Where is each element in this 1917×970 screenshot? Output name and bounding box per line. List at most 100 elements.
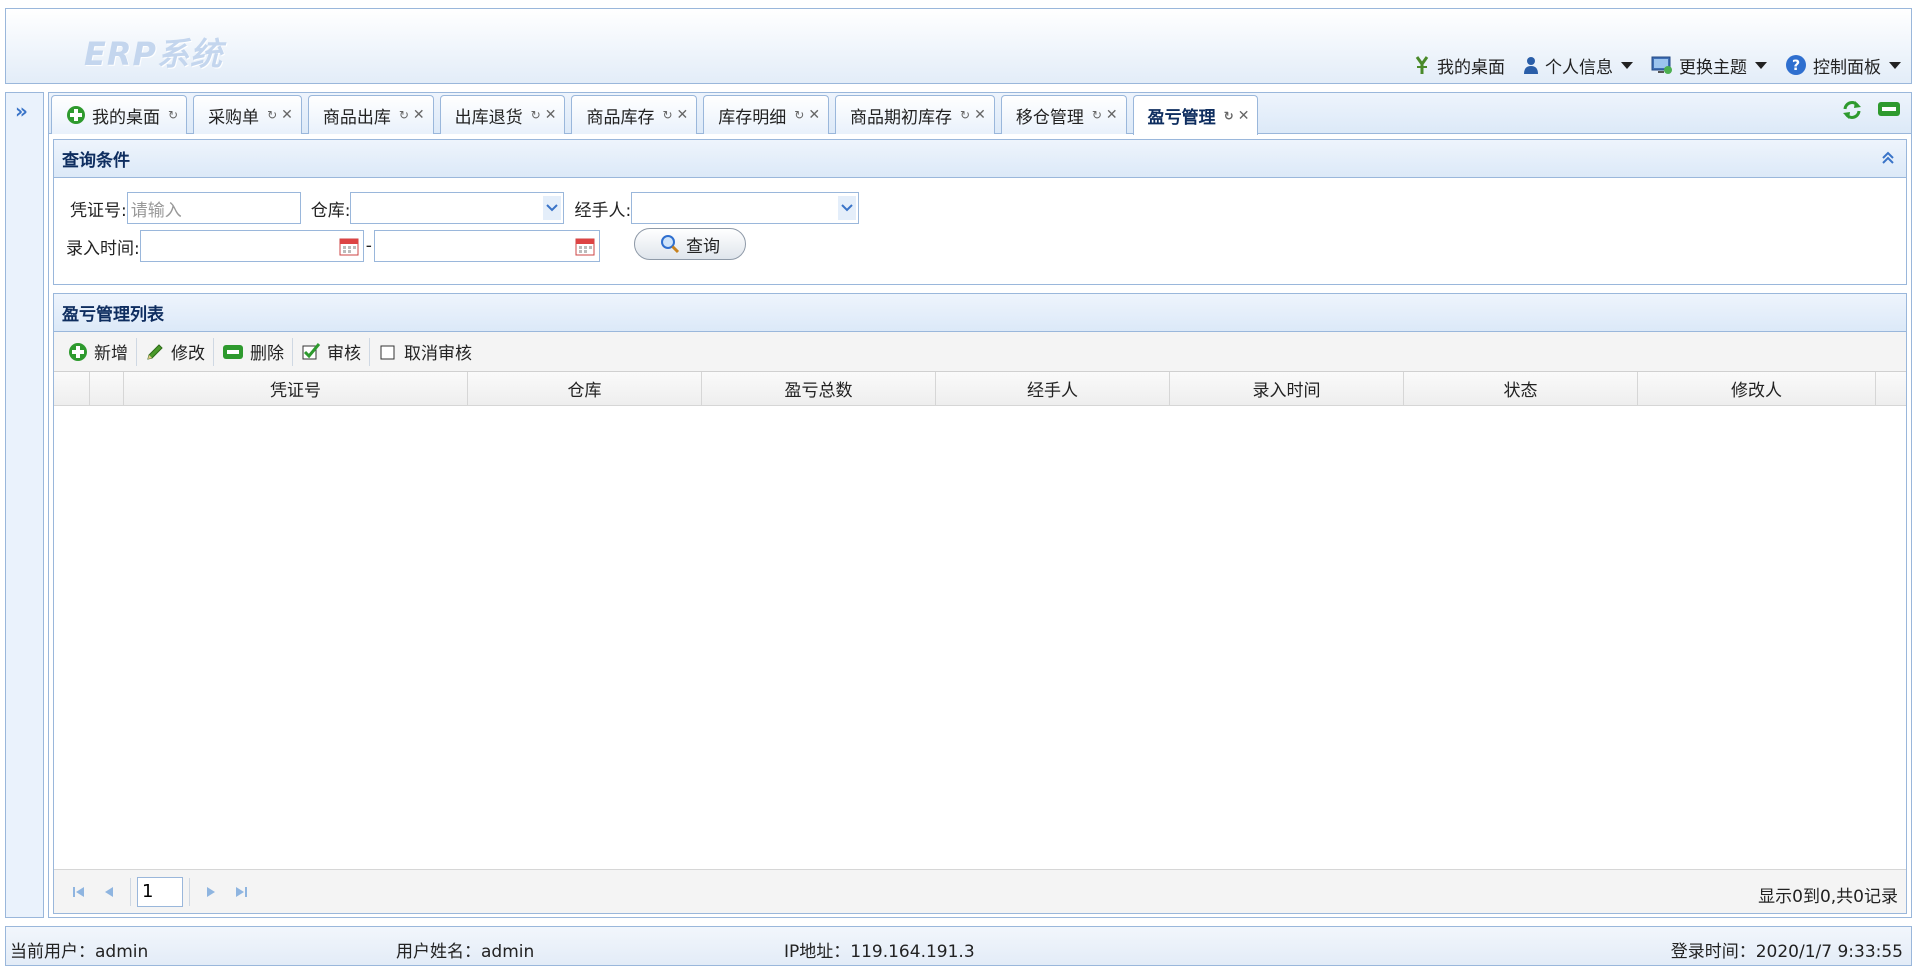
tab-profit-loss[interactable]: 盈亏管理 ↻ ✕: [1132, 95, 1259, 135]
search-button[interactable]: 查询: [634, 228, 746, 260]
user-name: 用户姓名：admin: [396, 942, 535, 962]
app-header: ERP系统 我的桌面 个人信息 更换主题 ? 控制面板: [5, 8, 1912, 84]
tab-purchase-order[interactable]: 采购单 ↻ ✕: [193, 95, 302, 134]
tab-label: 移仓管理: [1015, 107, 1084, 128]
end-date-input[interactable]: [373, 230, 600, 262]
menu-control-panel[interactable]: ? 控制面板: [1785, 53, 1901, 78]
close-icon[interactable]: ✕: [974, 107, 986, 123]
close-icon[interactable]: ✕: [808, 107, 820, 123]
menu-change-theme[interactable]: 更换主题: [1651, 53, 1767, 78]
date-range-separator: -: [365, 236, 372, 256]
audit-button-label: 审核: [327, 344, 361, 364]
column-header[interactable]: 凭证号: [124, 372, 468, 405]
calendar-icon[interactable]: [575, 236, 595, 256]
row-number-column: [54, 372, 90, 405]
handler-select[interactable]: [631, 192, 860, 224]
column-header[interactable]: 盈亏总数: [702, 372, 936, 405]
pager-divider: [189, 877, 190, 906]
prev-page-icon[interactable]: [94, 877, 124, 907]
menu-personal-info[interactable]: 个人信息: [1523, 53, 1633, 78]
column-header[interactable]: 经手人: [936, 372, 1170, 405]
list-panel: 盈亏管理列表 新增 修改 删除 审核 取消审核 凭证号 仓库 盈亏总数 经手人 …: [53, 293, 1907, 914]
close-icon[interactable]: ✕: [677, 107, 689, 123]
audit-button[interactable]: 审核: [293, 335, 369, 369]
voucher-placeholder: 请输入: [130, 200, 182, 221]
first-page-icon[interactable]: [64, 877, 94, 907]
column-header[interactable]: 修改人: [1638, 372, 1876, 405]
list-panel-header: 盈亏管理列表: [54, 294, 1906, 332]
refresh-all-icon[interactable]: [1841, 99, 1863, 121]
warehouse-select[interactable]: [350, 192, 565, 224]
current-user: 当前用户：admin: [10, 942, 149, 962]
refresh-tab-icon[interactable]: ↻: [168, 108, 178, 122]
voucher-label: 凭证号:: [70, 200, 127, 221]
cancel-audit-button[interactable]: 取消审核: [370, 335, 480, 369]
chevron-down-icon: [1889, 61, 1901, 69]
plus-icon: [69, 342, 87, 361]
edit-button[interactable]: 修改: [137, 335, 213, 369]
delete-button-label: 删除: [250, 344, 284, 364]
refresh-tab-icon[interactable]: ↻: [794, 108, 804, 122]
refresh-tab-icon[interactable]: ↻: [399, 108, 409, 122]
tab-inventory-detail[interactable]: 库存明细 ↻ ✕: [703, 95, 830, 134]
west-sidebar-collapsed: »: [5, 92, 44, 918]
desktop-icon: [1415, 56, 1429, 74]
tab-my-desktop[interactable]: 我的桌面 ↻: [51, 95, 188, 134]
tab-label: 商品期初库存: [850, 107, 953, 128]
main-content: 我的桌面 ↻ 采购单 ↻ ✕ 商品出库 ↻ ✕ 出库退货 ↻ ✕ 商品库存 ↻: [48, 92, 1912, 918]
tab-bar: 我的桌面 ↻ 采购单 ↻ ✕ 商品出库 ↻ ✕ 出库退货 ↻ ✕ 商品库存 ↻: [49, 93, 1911, 135]
calendar-icon[interactable]: [339, 236, 359, 256]
voucher-input[interactable]: 请输入: [126, 192, 301, 224]
column-header[interactable]: 状态: [1404, 372, 1638, 405]
close-icon[interactable]: ✕: [1238, 108, 1250, 124]
minimize-icon[interactable]: [1877, 99, 1901, 119]
grid-header: 凭证号 仓库 盈亏总数 经手人 录入时间 状态 修改人: [54, 372, 1906, 406]
edit-button-label: 修改: [171, 344, 205, 364]
chevron-down-icon[interactable]: [543, 196, 562, 220]
menu-my-desktop[interactable]: 我的桌面: [1413, 53, 1505, 78]
close-icon[interactable]: ✕: [281, 107, 293, 123]
delete-button[interactable]: 删除: [214, 335, 292, 369]
tab-warehouse-transfer[interactable]: 移仓管理 ↻ ✕: [1000, 95, 1127, 134]
next-page-icon[interactable]: [196, 877, 226, 907]
app-logo: ERP系统: [84, 35, 223, 73]
add-button[interactable]: 新增: [60, 335, 136, 369]
tab-label: 库存明细: [718, 107, 787, 128]
chevron-down-icon[interactable]: [838, 196, 857, 220]
collapse-up-icon[interactable]: [1880, 150, 1896, 166]
column-header[interactable]: 录入时间: [1170, 372, 1404, 405]
chevron-down-icon: [1755, 61, 1767, 69]
expand-sidebar-icon[interactable]: »: [15, 99, 28, 123]
svg-text:?: ?: [1792, 58, 1800, 74]
close-icon[interactable]: ✕: [1106, 107, 1118, 123]
status-bar: 当前用户：admin 用户姓名：admin IP地址：119.164.191.3…: [5, 926, 1912, 966]
refresh-tab-icon[interactable]: ↻: [1092, 108, 1102, 122]
refresh-tab-icon[interactable]: ↻: [267, 108, 277, 122]
user-icon: [1524, 57, 1538, 74]
close-icon[interactable]: ✕: [545, 107, 557, 123]
refresh-tab-icon[interactable]: ↻: [1224, 109, 1234, 123]
last-page-icon[interactable]: [226, 877, 256, 907]
tab-label: 盈亏管理: [1147, 108, 1216, 128]
page-number-input[interactable]: 1: [137, 876, 183, 907]
tab-goods-inventory[interactable]: 商品库存 ↻ ✕: [571, 95, 698, 134]
tab-label: 采购单: [208, 107, 260, 128]
login-time: 登录时间：2020/1/7 9:33:55: [1670, 942, 1903, 962]
select-all-column[interactable]: [90, 372, 124, 405]
start-date-input[interactable]: [139, 230, 364, 262]
refresh-tab-icon[interactable]: ↻: [960, 108, 970, 122]
tab-goods-outbound[interactable]: 商品出库 ↻ ✕: [307, 95, 434, 134]
pager-info: 显示0到0,共0记录: [1758, 887, 1898, 907]
entry-time-label: 录入时间:: [66, 238, 140, 259]
search-button-label: 查询: [686, 236, 720, 257]
close-icon[interactable]: ✕: [413, 107, 425, 123]
tab-opening-inventory[interactable]: 商品期初库存 ↻ ✕: [835, 95, 995, 134]
handler-label: 经手人:: [574, 200, 632, 221]
pager-divider: [130, 877, 131, 906]
refresh-tab-icon[interactable]: ↻: [531, 108, 541, 122]
refresh-tab-icon[interactable]: ↻: [662, 108, 672, 122]
checkbox-checked-icon: [302, 342, 321, 359]
query-panel-title: 查询条件: [62, 151, 130, 171]
column-header[interactable]: 仓库: [468, 372, 702, 405]
tab-outbound-return[interactable]: 出库退货 ↻ ✕: [439, 95, 566, 134]
